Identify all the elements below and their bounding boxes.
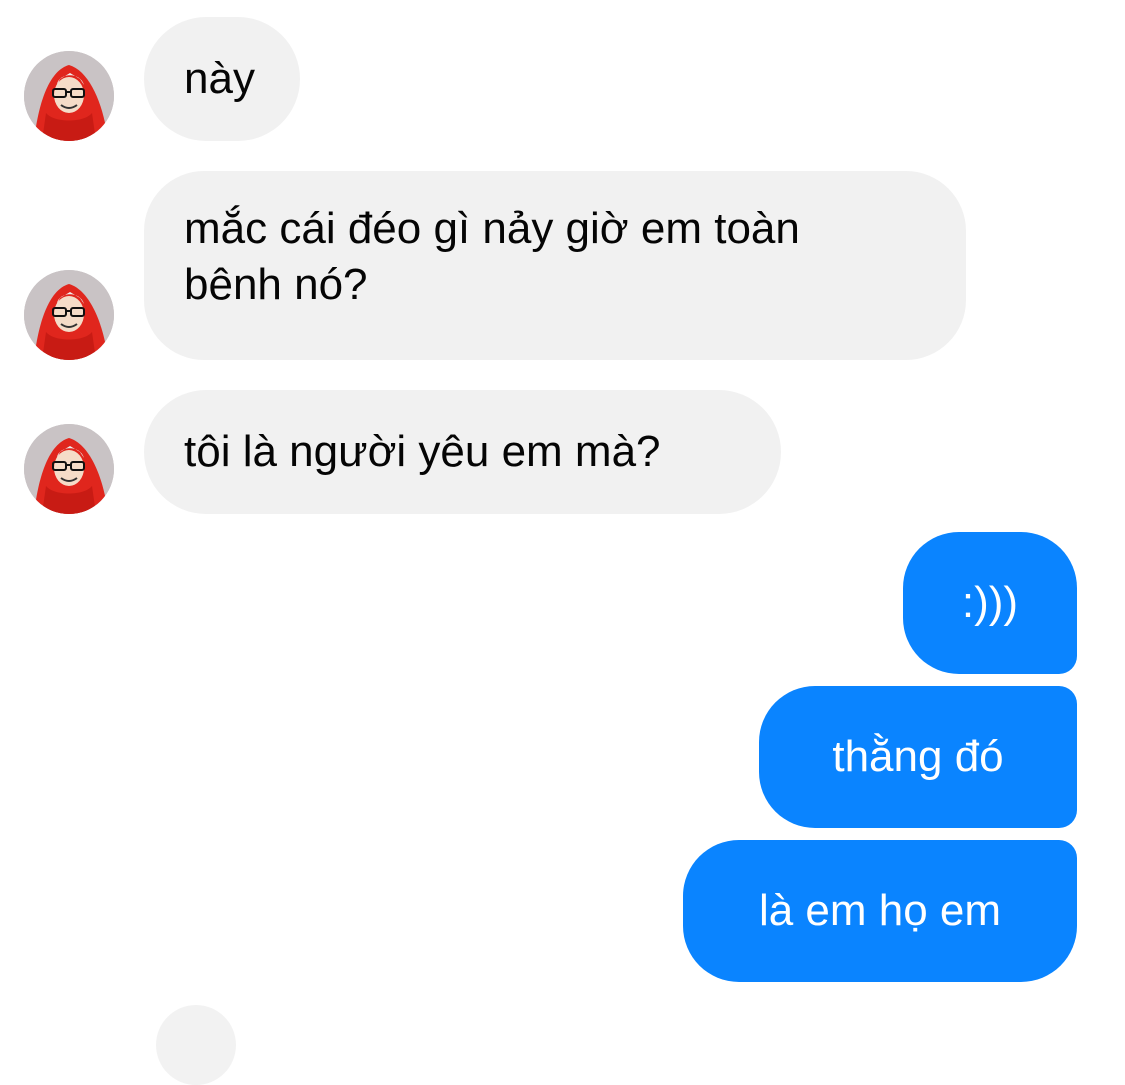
contact-avatar-icon[interactable]	[24, 270, 114, 360]
typing-indicator-bubble	[156, 1005, 236, 1085]
contact-avatar-icon[interactable]	[24, 51, 114, 141]
incoming-message[interactable]: mắc cái đéo gì nảy giờ em toàn bênh nó?	[144, 171, 966, 360]
incoming-message[interactable]: này	[144, 17, 300, 141]
outgoing-message[interactable]: thằng đó	[759, 686, 1077, 828]
incoming-message[interactable]: tôi là người yêu em mà?	[144, 390, 781, 514]
outgoing-message[interactable]: :)))	[903, 532, 1077, 674]
contact-avatar-icon[interactable]	[24, 424, 114, 514]
outgoing-message[interactable]: là em họ em	[683, 840, 1077, 982]
